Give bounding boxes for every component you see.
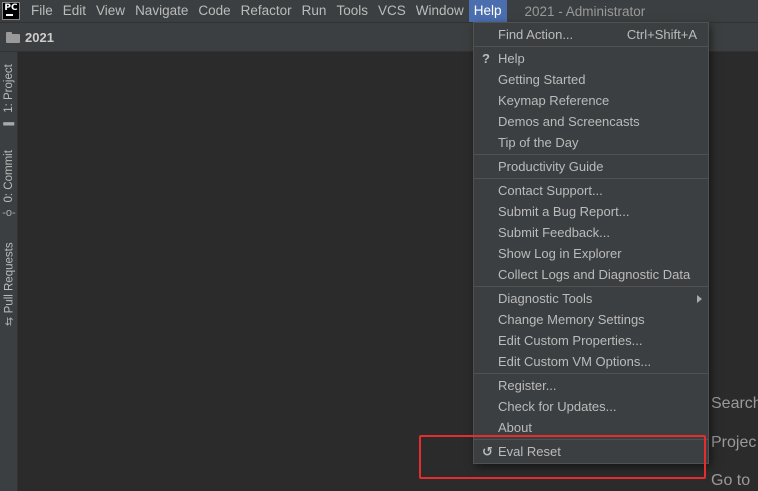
menu-view[interactable]: View [91, 0, 130, 22]
commit-icon: -o- [2, 207, 16, 220]
tool-tab-label: 1: Project [3, 64, 16, 113]
question-icon: ? [482, 51, 490, 66]
menu-item-getting-started[interactable]: Getting Started [474, 69, 708, 90]
folder-icon [6, 31, 20, 43]
menu-item-help[interactable]: ? Help [474, 48, 708, 69]
tool-tab-commit[interactable]: -o- 0: Commit [0, 147, 18, 223]
menu-item-find-action[interactable]: Find Action... Ctrl+Shift+A [474, 24, 708, 45]
menu-item-edit-vm-options[interactable]: Edit Custom VM Options... [474, 351, 708, 372]
menu-item-productivity-guide[interactable]: Productivity Guide [474, 156, 708, 177]
folder-icon: ▬ [3, 116, 15, 129]
menu-separator [474, 46, 708, 47]
menu-vcs[interactable]: VCS [373, 0, 411, 22]
menu-item-register[interactable]: Register... [474, 375, 708, 396]
menu-bar: PC File Edit View Navigate Code Refactor… [0, 0, 758, 22]
help-menu-dropdown: Find Action... Ctrl+Shift+A ? Help Getti… [473, 22, 709, 464]
menu-file[interactable]: File [26, 0, 58, 22]
menu-refactor[interactable]: Refactor [236, 0, 297, 22]
pycharm-logo-icon: PC [2, 2, 20, 20]
window-title: 2021 - Administrator [524, 3, 646, 19]
menu-run[interactable]: Run [297, 0, 332, 22]
menu-item-submit-bug[interactable]: Submit a Bug Report... [474, 201, 708, 222]
menu-separator [474, 178, 708, 179]
menu-item-contact-support[interactable]: Contact Support... [474, 180, 708, 201]
editor-hint-project: Projec [711, 434, 757, 451]
left-tool-strip: ▬ 1: Project -o- 0: Commit ⇵ Pull Reques… [0, 52, 18, 491]
menu-item-label: Help [498, 51, 525, 66]
menu-item-edit-properties[interactable]: Edit Custom Properties... [474, 330, 708, 351]
submenu-arrow-icon [697, 295, 702, 303]
editor-hint-goto: Go to [711, 472, 751, 489]
menu-separator [474, 286, 708, 287]
shortcut-label: Ctrl+Shift+A [626, 27, 697, 42]
menu-tools[interactable]: Tools [331, 0, 373, 22]
menu-item-label: Find Action... [498, 27, 574, 42]
menu-navigate[interactable]: Navigate [130, 0, 193, 22]
menu-code[interactable]: Code [193, 0, 235, 22]
menu-item-check-updates[interactable]: Check for Updates... [474, 396, 708, 417]
menu-item-diagnostic-tools[interactable]: Diagnostic Tools [474, 288, 708, 309]
editor-hint-search: Search [711, 395, 758, 412]
tool-tab-project[interactable]: ▬ 1: Project [0, 58, 18, 134]
menu-item-change-memory[interactable]: Change Memory Settings [474, 309, 708, 330]
menu-item-show-log[interactable]: Show Log in Explorer [474, 243, 708, 264]
menu-window[interactable]: Window [411, 0, 469, 22]
menu-item-demos[interactable]: Demos and Screencasts [474, 111, 708, 132]
menu-item-label: Diagnostic Tools [498, 291, 593, 306]
menu-help[interactable]: Help [468, 0, 507, 22]
pull-request-icon: ⇵ [4, 315, 14, 328]
highlight-box [419, 435, 706, 479]
menu-item-collect-logs[interactable]: Collect Logs and Diagnostic Data [474, 264, 708, 285]
menu-item-keymap-reference[interactable]: Keymap Reference [474, 90, 708, 111]
breadcrumb-project[interactable]: 2021 [25, 30, 54, 45]
tool-tab-label: Pull Requests [3, 241, 15, 313]
menu-edit[interactable]: Edit [58, 0, 91, 22]
tool-tab-label: 0: Commit [3, 150, 16, 203]
menu-item-tip-of-day[interactable]: Tip of the Day [474, 132, 708, 153]
tool-tab-pull-requests[interactable]: ⇵ Pull Requests [0, 236, 18, 332]
menu-item-submit-feedback[interactable]: Submit Feedback... [474, 222, 708, 243]
menu-separator [474, 154, 708, 155]
menu-separator [474, 373, 708, 374]
